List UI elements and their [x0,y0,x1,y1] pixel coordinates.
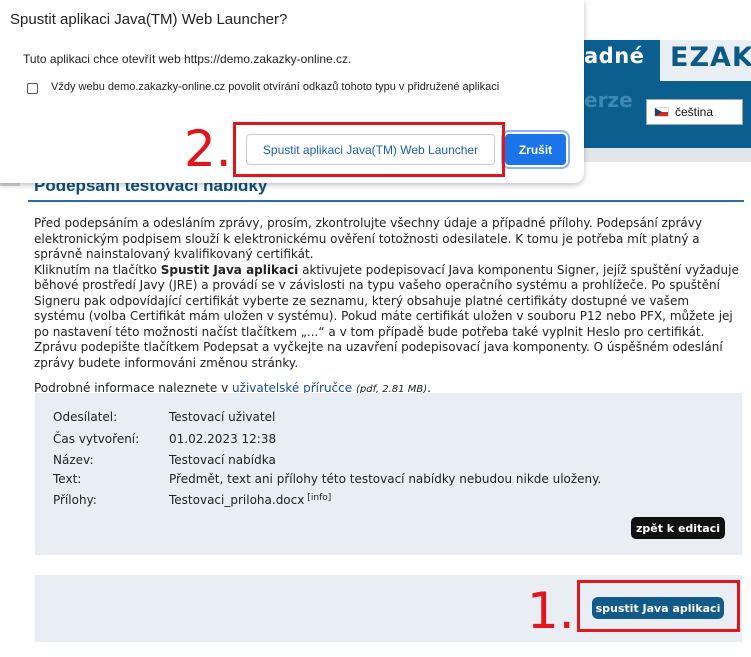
detail-value: Testovací nabídka [169,453,276,467]
instructions: Před podepsáním a odesláním zprávy, pros… [34,216,742,398]
detail-value: Testovací uživatel [169,410,276,424]
logo-text: EZAK [670,42,751,73]
always-allow-checkbox[interactable] [27,83,38,94]
detail-value: Předmět, text ani přílohy této testovací… [169,472,602,486]
detail-value: 01.02.2023 12:38 [169,432,277,446]
back-to-edit-button[interactable]: zpět k editaci [631,517,725,539]
ezak-logo: EZAK [660,40,751,81]
message-details-panel: Odesílatel: Testovací uživatel Čas vytvo… [35,393,742,555]
attachment-name[interactable]: Testovaci_priloha.docx [169,493,304,507]
language-select[interactable]: čeština [646,99,743,125]
detail-row-created: Čas vytvoření: 01.02.2023 12:38 [53,432,276,446]
detail-row-name: Název: Testovací nabídka [53,453,276,467]
detail-row-sender: Odesílatel: Testovací uživatel [53,410,275,424]
czech-flag-icon [654,107,669,117]
instr-after: aktivujete podepisovací Java komponentu … [34,262,739,370]
annotation-box-step1 [577,580,740,632]
instr-bold: Spustit Java aplikaci [160,262,299,277]
intro-text: Před podepsáním a odesláním zprávy, pros… [34,216,702,261]
detail-row-attachments: Přílohy: Testovaci_priloha.docx [info] [53,493,331,507]
language-label: čeština [675,105,714,119]
detail-row-text: Text: Předmět, text ani přílohy této tes… [53,472,601,486]
instr-before: Kliknutím na tlačítko [34,262,161,277]
detail-label: Čas vytvoření: [53,432,140,446]
dialog-title: Spustit aplikaci Java(TM) Web Launcher? [10,11,288,28]
cancel-button[interactable]: Zrušit [505,134,566,165]
detail-label: Odesílatel: [53,410,118,424]
header-subtitle-fragment: erze [584,88,633,112]
detail-label: Přílohy: [53,493,97,507]
instruction-text: Kliknutím na tlačítko Spustit Java aplik… [34,263,742,372]
info-link[interactable]: [info] [307,493,331,507]
dialog-message: Tuto aplikaci chce otevřít web https://d… [23,52,352,66]
title-divider [28,200,744,202]
annotation-step2: 2. [184,120,232,178]
annotation-step1: 1. [527,582,575,640]
detail-label: Název: [53,453,94,467]
header-title-fragment: adné [584,44,645,68]
always-allow-label[interactable]: Vždy webu demo.zakazky-online.cz povolit… [51,81,499,93]
detail-label: Text: [53,472,82,486]
annotation-box-step2 [233,122,505,177]
